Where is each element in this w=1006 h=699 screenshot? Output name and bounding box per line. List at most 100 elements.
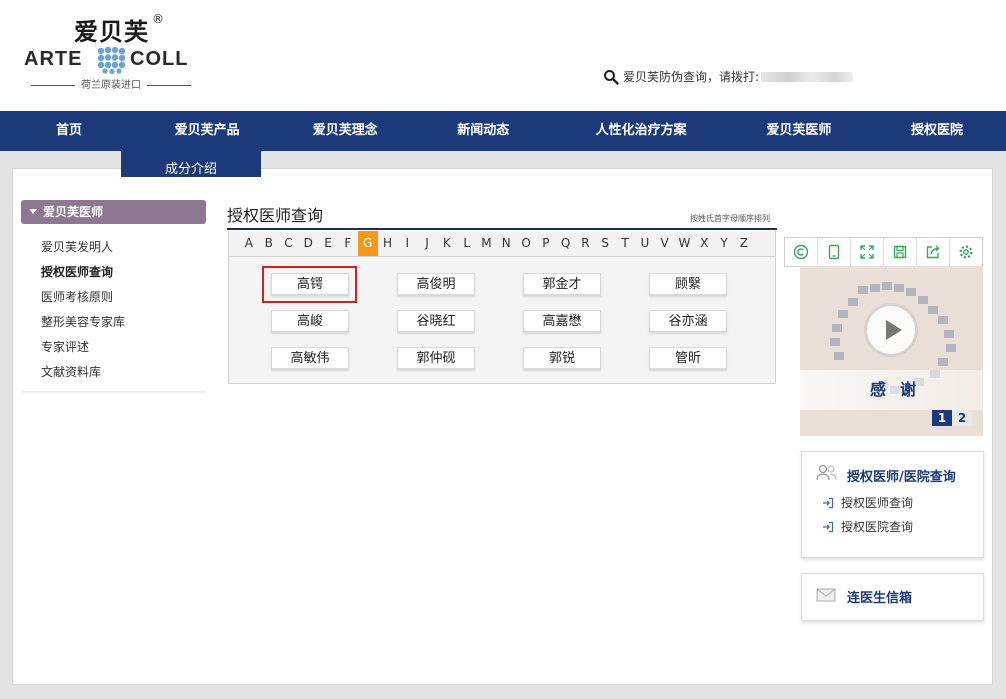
- letter-filter-j[interactable]: J: [417, 231, 437, 256]
- nav-products[interactable]: 爱贝芙产品: [138, 111, 276, 151]
- hospital-query-link[interactable]: 授权医院查询: [822, 518, 913, 535]
- nav-news[interactable]: 新闻动态: [414, 111, 552, 151]
- submenu-ingredients[interactable]: 成分介绍: [121, 151, 261, 177]
- login-arrow-icon: [823, 497, 834, 508]
- letter-filter-c[interactable]: C: [279, 231, 299, 256]
- save-button[interactable]: [884, 238, 917, 266]
- sort-note: 按姓氏首字母顺序排列: [690, 214, 770, 223]
- letter-filter-i[interactable]: I: [397, 231, 417, 256]
- letter-filter-w[interactable]: W: [675, 231, 695, 256]
- page-title: 授权医师查询: [227, 206, 324, 225]
- fullscreen-button[interactable]: [851, 238, 884, 266]
- query-card: 授权医师/医院查询 授权医师查询 授权医院查询: [801, 451, 984, 558]
- sidebar-divider: [21, 391, 206, 394]
- doctor-button[interactable]: 高敏伟: [271, 347, 349, 369]
- letter-filter-n[interactable]: N: [496, 231, 516, 256]
- sidebar-item-experts[interactable]: 整形美容专家库: [41, 310, 125, 335]
- letter-filter-k[interactable]: K: [437, 231, 457, 256]
- brand-name-cn: 爱贝芙: [74, 17, 149, 46]
- nav-home[interactable]: 首页: [0, 111, 138, 151]
- brand-name-left: ARTE: [24, 48, 83, 70]
- nav-hospitals[interactable]: 授权医院: [868, 111, 1006, 151]
- slide-page-2[interactable]: 2: [952, 410, 972, 426]
- doctor-button[interactable]: 管昕: [649, 347, 727, 369]
- nav-philosophy[interactable]: 爱贝芙理念: [276, 111, 414, 151]
- letter-filter-q[interactable]: Q: [556, 231, 576, 256]
- letter-filter-p[interactable]: P: [536, 231, 556, 256]
- hospital-query-label: 授权医院查询: [841, 520, 914, 534]
- fullscreen-icon: [860, 245, 874, 259]
- main-nav: 首页 爱贝芙产品 爱贝芙理念 新闻动态 人性化治疗方案 爱贝芙医师 授权医院: [0, 111, 1006, 151]
- mail-card[interactable]: 连医生信箱: [801, 573, 984, 621]
- letter-filter-a[interactable]: A: [239, 231, 259, 256]
- doctor-query-link[interactable]: 授权医师查询: [822, 494, 913, 511]
- title-underline: [227, 228, 777, 230]
- doctor-button[interactable]: 郭金才: [523, 273, 601, 295]
- doctor-button[interactable]: 谷亦涵: [649, 310, 727, 332]
- sidebar-item-inventor[interactable]: 爱贝芙发明人: [41, 235, 125, 260]
- copyright-icon: [793, 244, 809, 260]
- mail-card-title: 连医生信箱: [847, 591, 913, 606]
- search-icon: [604, 69, 619, 85]
- brand-wordmark: ARTE COLL: [22, 46, 202, 74]
- letter-filter-e[interactable]: E: [318, 231, 338, 256]
- anti-counterfeit-hotline: 爱贝芙防伪查询，请拨打:: [603, 68, 854, 85]
- copyright-button[interactable]: [785, 238, 818, 266]
- letter-filter-f[interactable]: F: [338, 231, 358, 256]
- nav-treatment[interactable]: 人性化治疗方案: [552, 111, 730, 151]
- brand-logo[interactable]: 爱贝芙 ® ARTE COLL 荷兰原装进口: [22, 10, 202, 91]
- doctor-button[interactable]: 高嘉懋: [523, 310, 601, 332]
- tablet-icon: [828, 244, 840, 260]
- caret-down-icon: [29, 209, 37, 214]
- query-card-title: 授权医师/医院查询: [847, 470, 956, 485]
- hotline-number-redacted: [761, 71, 854, 82]
- share-button[interactable]: [917, 238, 950, 266]
- letter-filter-v[interactable]: V: [655, 231, 675, 256]
- letter-filter-t[interactable]: T: [615, 231, 635, 256]
- play-button[interactable]: [867, 306, 915, 354]
- login-arrow-icon: [823, 521, 834, 532]
- sidebar-heading[interactable]: 爱贝芙医师: [21, 200, 206, 224]
- doctor-button[interactable]: 高俊明: [397, 273, 475, 295]
- doctor-button[interactable]: 郭锐: [523, 347, 601, 369]
- doctor-results: 高锷 高俊明 郭金才 顾繄 高峻 谷晓红 高嘉懋 谷亦涵 高敏伟 郭仲砚 郭锐 …: [228, 257, 776, 384]
- settings-icon: [959, 245, 973, 259]
- letter-filter-o[interactable]: O: [516, 231, 536, 256]
- sidebar-item-assessment[interactable]: 医师考核原则: [41, 285, 125, 310]
- slide-page-1[interactable]: 1: [932, 410, 952, 426]
- sidebar-item-doctor-query[interactable]: 授权医师查询: [41, 260, 125, 285]
- letter-filter-g[interactable]: G: [357, 231, 378, 256]
- video-caption: 感谢: [800, 370, 983, 410]
- sidebar-list: 爱贝芙发明人 授权医师查询 医师考核原则 整形美容专家库 专家评述 文献资料库: [41, 235, 125, 385]
- letter-filter-h[interactable]: H: [378, 231, 398, 256]
- letter-filter-r[interactable]: R: [576, 231, 596, 256]
- sidebar-item-literature[interactable]: 文献资料库: [41, 360, 125, 385]
- letter-filter-d[interactable]: D: [298, 231, 318, 256]
- letter-filter-b[interactable]: B: [259, 231, 279, 256]
- doctor-button[interactable]: 顾繄: [649, 273, 727, 295]
- site-header: 爱贝芙 ® ARTE COLL 荷兰原装进口 爱贝芙防伪查询，请拨打:: [0, 0, 1006, 111]
- doctor-button[interactable]: 高峻: [271, 310, 349, 332]
- sidebar-heading-label: 爱贝芙医师: [43, 205, 104, 219]
- users-icon: [816, 464, 837, 481]
- doctor-button[interactable]: 谷晓红: [397, 310, 475, 332]
- doctor-query-label: 授权医师查询: [841, 496, 914, 510]
- settings-button[interactable]: [950, 238, 982, 266]
- letter-filter-y[interactable]: Y: [714, 231, 734, 256]
- share-icon: [926, 245, 940, 259]
- sidebar-item-reviews[interactable]: 专家评述: [41, 335, 125, 360]
- letter-filter-z[interactable]: Z: [734, 231, 754, 256]
- brand-name-right: COLL: [130, 48, 189, 70]
- letter-filter-l[interactable]: L: [457, 231, 477, 256]
- doctor-button[interactable]: 高锷: [271, 273, 349, 295]
- hotline-label: 爱贝芙防伪查询，请拨打:: [623, 70, 760, 84]
- letter-filter-s[interactable]: S: [595, 231, 615, 256]
- letter-filter-x[interactable]: X: [694, 231, 714, 256]
- save-icon: [893, 245, 907, 259]
- tablet-button[interactable]: [818, 238, 851, 266]
- doctor-button[interactable]: 郭仲砚: [397, 347, 475, 369]
- nav-doctors[interactable]: 爱贝芙医师: [730, 111, 868, 151]
- letter-filter-m[interactable]: M: [477, 231, 497, 256]
- letter-filter-u[interactable]: U: [635, 231, 655, 256]
- mail-icon: [816, 588, 836, 602]
